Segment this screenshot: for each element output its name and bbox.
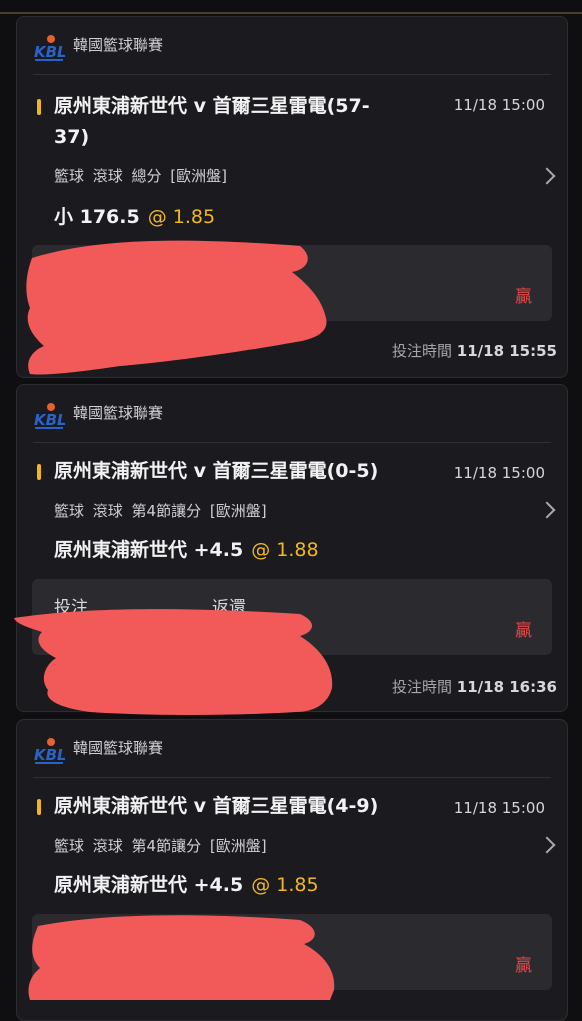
redaction-mark-3: [28, 915, 335, 1000]
redaction-mark-1: [26, 240, 327, 375]
redaction-overlay: [14, 240, 335, 1000]
redaction-mark-2: [14, 609, 333, 715]
